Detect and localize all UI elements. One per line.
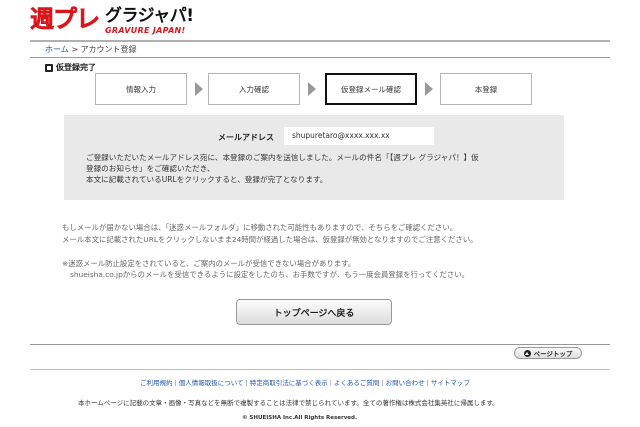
logo-main-text: 週プレ (30, 5, 101, 34)
step-label: 本登録 (474, 84, 498, 94)
section-title: 仮登録完了 (45, 62, 96, 73)
footer-link-sitemap[interactable]: サイトマップ (431, 378, 470, 388)
footer-divider (30, 369, 610, 370)
copyright-notice: 本ホームページに記載の文章・画像・写真などを無断で複製することは法律で禁じられて… (78, 399, 499, 407)
footer-link-faq[interactable]: よくあるご質問 (334, 378, 380, 388)
breadcrumb: ホーム > アカウント登録 (45, 44, 137, 55)
email-label: メールアドレス (218, 133, 274, 142)
footer-link-commerce-law[interactable]: 特定商取引法に基づく表示 (250, 378, 328, 388)
step-arrow-icon (425, 82, 433, 96)
note-domain-setting: shueisha.co.jpからのメールを受信できるように設定をしたのち、お手数… (70, 270, 470, 279)
step-label: 入力確認 (239, 84, 269, 94)
step-label: 仮登録メール確認 (341, 84, 401, 94)
step-input-confirm: 入力確認 (208, 73, 300, 105)
note-spam-filter: ※迷惑メール防止設定をされていると、ご案内のメールが受信できない場合があります。 (62, 259, 356, 268)
logo-jp-text: グラジャパ! (105, 6, 194, 26)
step-full-registration: 本登録 (440, 73, 532, 105)
step-info-input: 情報入力 (95, 73, 187, 105)
footer-link-terms[interactable]: ご利用規約 (140, 378, 173, 388)
breadcrumb-current: アカウント登録 (80, 45, 137, 54)
step-mail-confirm: 仮登録メール確認 (325, 73, 417, 105)
footer-link-contact[interactable]: お問い合わせ (386, 378, 425, 388)
message-line: 本文に記載されているURLをクリックすると、登録が完了となります。 (86, 175, 328, 184)
note-spam-folder: もしメールが届かない場合は、「迷惑メールフォルダ」に移動された可能性もありますの… (62, 223, 458, 232)
footer-link-privacy[interactable]: 個人情報取扱について (179, 378, 244, 388)
arrow-up-icon (523, 349, 531, 357)
site-logo[interactable]: 週プレ グラジャパ! GRAVURE JAPAN! (30, 5, 194, 35)
footer-links: ご利用規約 | 個人情報取扱について | 特定商取引法に基づく表示 | よくある… (140, 378, 470, 388)
step-label: 情報入力 (126, 84, 156, 94)
message-line: ご登録いただいたメールアドレス宛に、本登録のご案内を送信しました。メールの件名「… (86, 153, 479, 162)
page-top-button[interactable]: ページトップ (514, 347, 582, 359)
breadcrumb-separator: > (71, 45, 79, 54)
note-expiry: メール本文に記載されたURLをクリックしないまま24時間が経過した場合は、仮登録… (62, 235, 478, 244)
email-value: shupuretaro@xxxx.xxx.xx (284, 127, 434, 145)
logo-right: グラジャパ! GRAVURE JAPAN! (105, 6, 194, 35)
confirmation-message: ご登録いただいたメールアドレス宛に、本登録のご案内を送信しました。メールの件名「… (86, 152, 556, 185)
logo-en-text: GRAVURE JAPAN! (105, 26, 186, 35)
section-square-icon (45, 63, 53, 72)
section-title-text: 仮登録完了 (56, 63, 96, 72)
copyright: © SHUEISHA Inc.All Rights Reserved. (242, 415, 358, 421)
step-arrow-icon (308, 82, 316, 96)
page-top-label: ページトップ (533, 350, 573, 358)
back-to-top-page-button[interactable]: トップページへ戻る (236, 299, 392, 325)
header-divider (30, 40, 610, 42)
breadcrumb-home-link[interactable]: ホーム (45, 45, 69, 54)
step-arrow-icon (195, 82, 203, 96)
message-line: 登録のお知らせ」をご確認いただき、 (86, 164, 215, 173)
